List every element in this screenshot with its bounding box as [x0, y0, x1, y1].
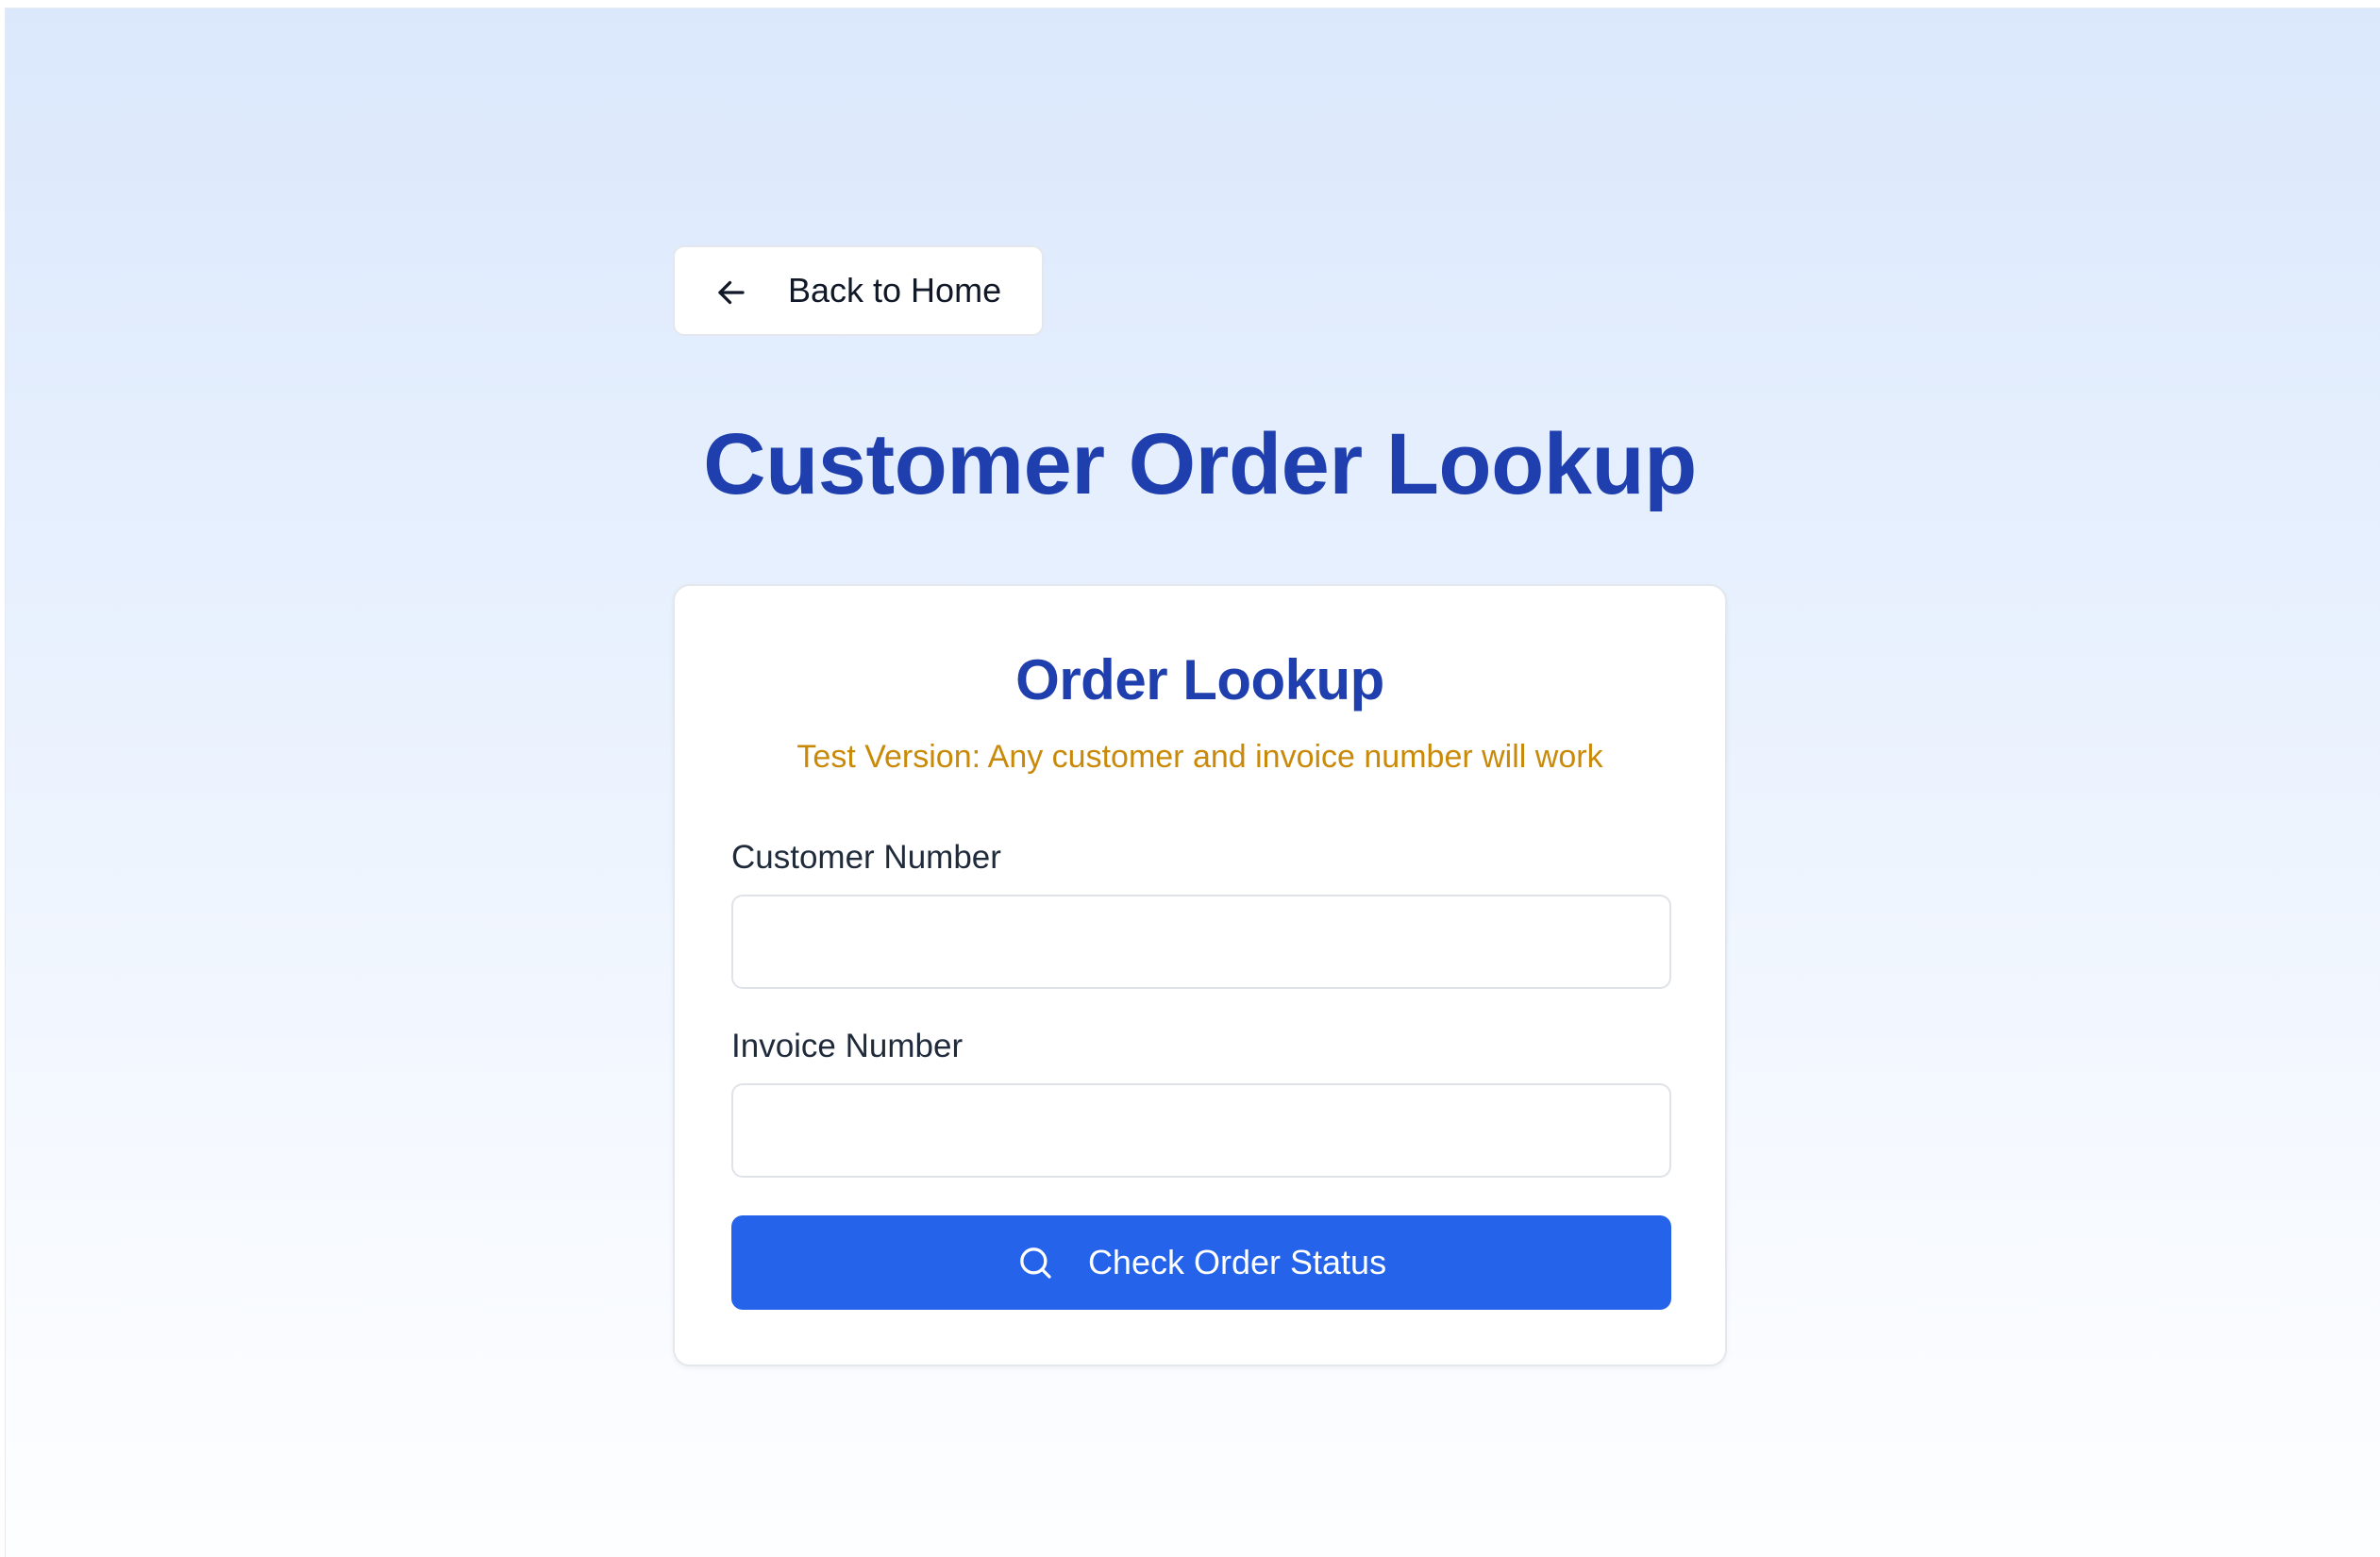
page-title: Customer Order Lookup: [703, 416, 1697, 512]
customer-number-label: Customer Number: [731, 839, 1001, 876]
check-order-status-label: Check Order Status: [1087, 1243, 1387, 1281]
invoice-number-label: Invoice Number: [731, 1028, 964, 1064]
page-background: Back to Home Customer Order Lookup Order…: [5, 8, 2380, 1557]
test-version-note: Test Version: Any customer and invoice n…: [796, 739, 1603, 775]
search-icon: [1020, 1247, 1051, 1279]
back-to-home-button[interactable]: Back to Home: [673, 245, 1044, 336]
order-lookup-card: Order Lookup Test Version: Any customer …: [673, 584, 1727, 1366]
invoice-number-input[interactable]: [731, 1083, 1671, 1178]
customer-number-input[interactable]: [731, 895, 1671, 989]
arrow-left-icon: [718, 280, 745, 305]
card-title: Order Lookup: [1015, 648, 1384, 712]
back-to-home-label: Back to Home: [788, 271, 1002, 310]
check-order-status-button[interactable]: Check Order Status: [731, 1215, 1671, 1310]
